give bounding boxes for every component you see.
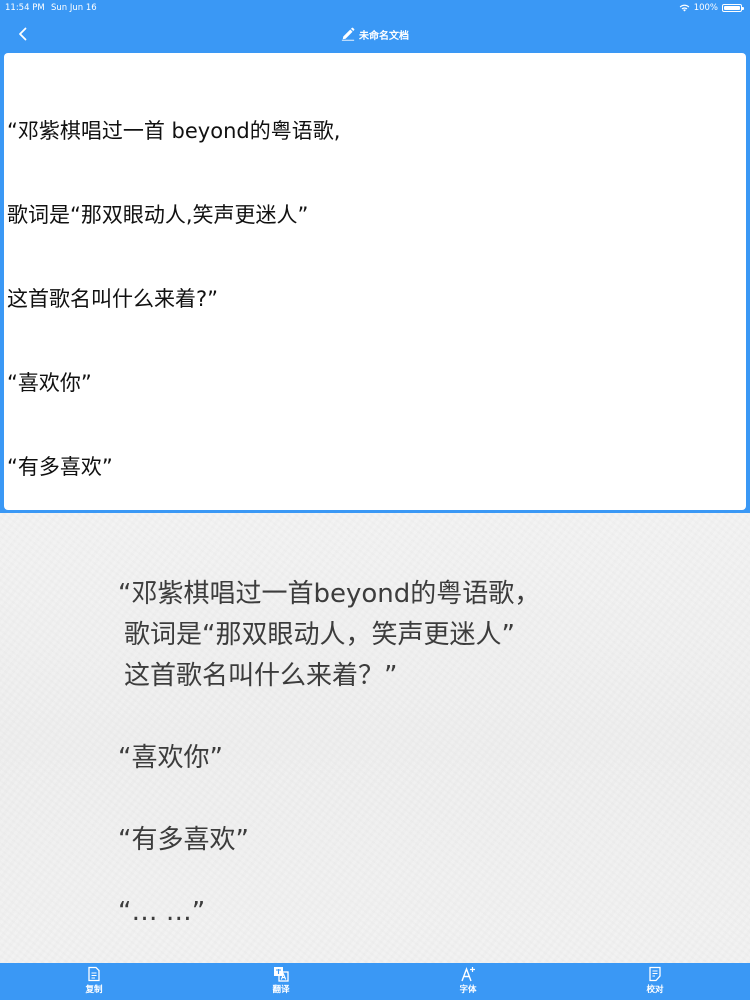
proofread-label: 校对 [646,985,664,995]
editor-line: 歌词是“那双眼动人,笑声更迷人” [7,203,309,227]
image-text-line: “有多喜欢” [118,825,249,855]
font-label: 字体 [459,985,477,995]
image-text-line: “喜欢你” [118,743,223,773]
document-title-text: 未命名文档 [359,30,409,42]
copy-label: 复制 [85,985,103,995]
source-image: “邓紫棋唱过一首beyond的粤语歌， 歌词是“那双眼动人，笑声更迷人” 这首歌… [0,513,750,963]
document-title[interactable]: 未命名文档 [0,18,750,50]
wifi-icon [679,4,689,12]
image-text-line: “邓紫棋唱过一首beyond的粤语歌， [118,579,541,609]
translate-button[interactable]: 翻译 [251,966,311,998]
nav-bar: 未命名文档 [0,18,750,50]
editor-line: “喜欢你” [7,371,92,395]
proofread-icon [649,966,661,982]
translate-label: 翻译 [272,985,290,995]
battery-icon [722,4,744,12]
image-text-line: 歌词是“那双眼动人，笑声更迷人” [124,620,515,650]
bottom-toolbar: 复制 翻译 字体 校对 [0,963,750,1000]
battery-percent: 100% [693,3,718,13]
copy-button[interactable]: 复制 [64,966,124,998]
font-icon [461,967,475,982]
font-button[interactable]: 字体 [438,966,498,998]
image-text-line: “… …” [118,897,206,927]
image-text-line: 这首歌名叫什么来着？” [124,661,398,691]
status-bar: 11:54 PM Sun Jun 16 100% [0,0,750,16]
status-time: 11:54 PM [5,3,45,13]
translate-icon [274,967,289,982]
status-date: Sun Jun 16 [51,3,97,13]
text-editor[interactable]: “邓紫棋唱过一首 beyond的粤语歌, 歌词是“那双眼动人,笑声更迷人” 这首… [4,53,746,510]
copy-icon [88,966,100,982]
edit-icon [341,27,355,41]
editor-line: “有多喜欢” [7,455,113,479]
status-indicators: 100% [679,0,744,16]
proofread-button[interactable]: 校对 [625,966,685,998]
top-bar: 11:54 PM Sun Jun 16 100% 未命名文档 [0,0,750,52]
editor-line: “邓紫棋唱过一首 beyond的粤语歌, [7,119,341,143]
editor-line: 这首歌名叫什么来着?” [7,287,219,311]
battery-fill [724,6,740,10]
